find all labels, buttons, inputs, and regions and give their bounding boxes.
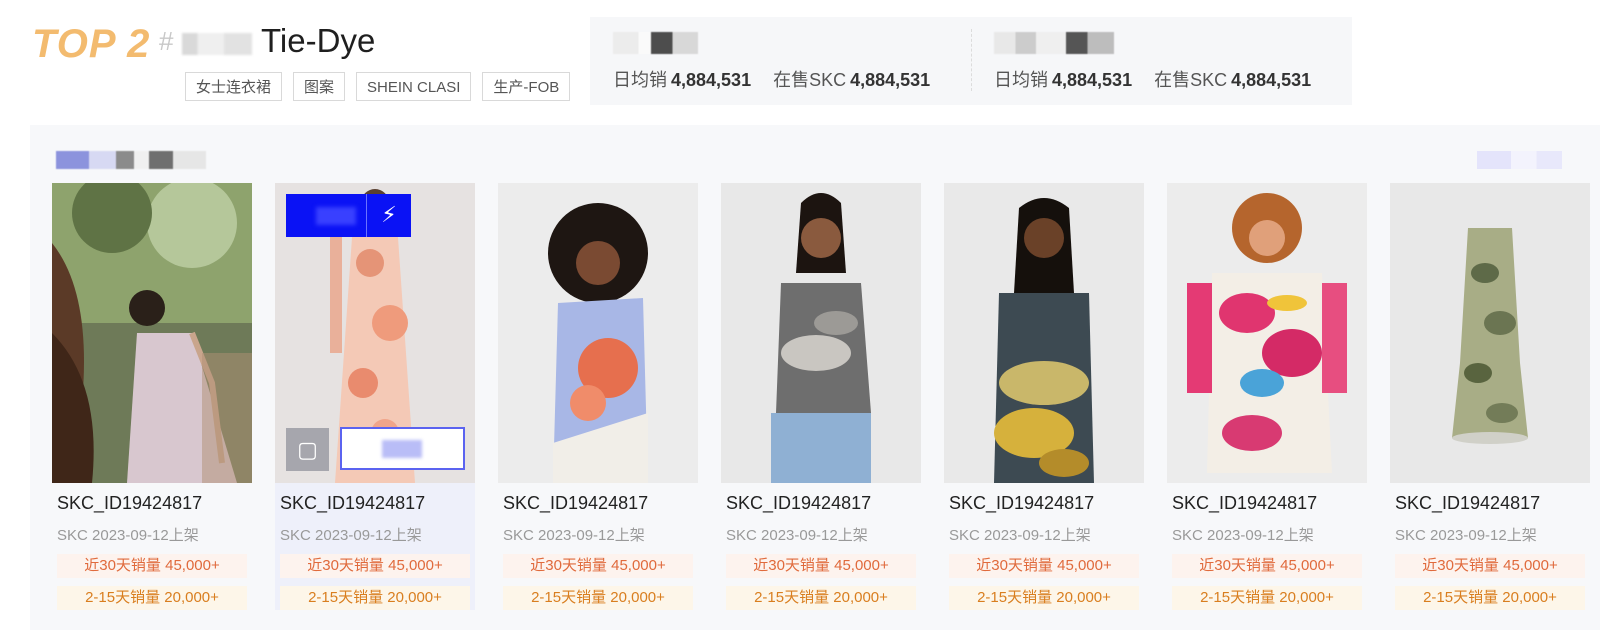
action-button[interactable] bbox=[340, 427, 465, 470]
product-id: SKC_ID19424817 bbox=[726, 493, 872, 513]
sales-2-15-badge: 2-15天销量 20,000+ bbox=[726, 586, 916, 610]
skc-label: 在售SKC bbox=[1154, 70, 1228, 90]
tag-category[interactable]: 女士连衣裙 bbox=[185, 72, 283, 101]
daily-sales-label: 日均销 bbox=[994, 70, 1048, 90]
redacted-panel-title bbox=[56, 151, 206, 169]
tag-list: 女士连衣裙 图案 SHEIN CLASI 生产-FOB bbox=[185, 72, 571, 101]
product-card[interactable]: SKC_ID19424817 SKC 2023-09-12上架 近30天销量 4… bbox=[721, 183, 921, 610]
product-id: SKC_ID19424817 bbox=[949, 493, 1095, 513]
sales-30-badge: 近30天销量 45,000+ bbox=[949, 554, 1139, 578]
stats-panel: 日均销 4,884,531 在售SKC 4,884,531 日均销 4,884,531 在… bbox=[590, 17, 1352, 105]
stats-column: 日均销 4,884,531 在售SKC 4,884,531 bbox=[971, 17, 1351, 105]
sales-30-badge: 近30天销量 45,000+ bbox=[280, 554, 470, 578]
daily-sales-value: 4,884,531 bbox=[671, 70, 752, 90]
sales-30-badge: 近30天销量 45,000+ bbox=[726, 554, 916, 578]
product-card[interactable]: SKC_ID19424817 SKC 2023-09-12上架 近30天销量 4… bbox=[52, 183, 252, 610]
product-image[interactable] bbox=[498, 183, 698, 483]
sales-30-badge: 近30天销量 45,000+ bbox=[503, 554, 693, 578]
listing-date: SKC 2023-09-12上架 bbox=[1395, 527, 1537, 544]
skc-value: 4,884,531 bbox=[850, 70, 931, 90]
redacted-text bbox=[316, 207, 356, 225]
sales-30-badge: 近30天销量 45,000+ bbox=[1172, 554, 1362, 578]
sales-2-15-badge: 2-15天销量 20,000+ bbox=[503, 586, 693, 610]
product-id: SKC_ID19424817 bbox=[1395, 493, 1541, 513]
hash-symbol: # bbox=[159, 26, 174, 56]
daily-sales-value: 4,884,531 bbox=[1052, 70, 1133, 90]
product-id: SKC_ID19424817 bbox=[503, 493, 649, 513]
sales-2-15-badge: 2-15天销量 20,000+ bbox=[1395, 586, 1585, 610]
listing-date: SKC 2023-09-12上架 bbox=[726, 527, 868, 544]
redacted-text bbox=[613, 32, 698, 54]
tag-production[interactable]: 生产-FOB bbox=[482, 72, 571, 101]
divider bbox=[971, 29, 972, 91]
product-id: SKC_ID19424817 bbox=[1172, 493, 1318, 513]
quick-action-bar[interactable]: ⚡︎ bbox=[286, 194, 411, 237]
product-id: SKC_ID19424817 bbox=[57, 493, 203, 513]
skc-value: 4,884,531 bbox=[1231, 70, 1312, 90]
stat-line: 日均销 4,884,531 在售SKC 4,884,531 bbox=[613, 66, 930, 92]
product-image[interactable] bbox=[721, 183, 921, 483]
product-image[interactable]: ⚡︎ ▢ bbox=[275, 183, 475, 483]
daily-sales-label: 日均销 bbox=[613, 70, 667, 90]
scan-icon[interactable]: ▢ bbox=[286, 428, 329, 471]
product-card[interactable]: SKC_ID19424817 SKC 2023-09-12上架 近30天销量 4… bbox=[1167, 183, 1367, 610]
tag-pattern[interactable]: 图案 bbox=[293, 72, 346, 101]
product-image[interactable] bbox=[1390, 183, 1590, 483]
sales-2-15-badge: 2-15天销量 20,000+ bbox=[949, 586, 1139, 610]
sales-30-badge: 近30天销量 45,000+ bbox=[57, 554, 247, 578]
product-id: SKC_ID19424817 bbox=[280, 493, 426, 513]
product-image[interactable] bbox=[1167, 183, 1367, 483]
sales-2-15-badge: 2-15天销量 20,000+ bbox=[57, 586, 247, 610]
sales-2-15-badge: 2-15天销量 20,000+ bbox=[1172, 586, 1362, 610]
product-card[interactable]: SKC_ID19424817 SKC 2023-09-12上架 近30天销量 4… bbox=[944, 183, 1144, 610]
redacted-panel-action[interactable] bbox=[1477, 151, 1562, 169]
trend-title: Tie-Dye bbox=[261, 22, 376, 59]
listing-date: SKC 2023-09-12上架 bbox=[1172, 527, 1314, 544]
product-list: SKC_ID19424817 SKC 2023-09-12上架 近30天销量 4… bbox=[52, 183, 1590, 610]
product-image[interactable] bbox=[52, 183, 252, 483]
product-image[interactable] bbox=[944, 183, 1144, 483]
listing-date: SKC 2023-09-12上架 bbox=[280, 527, 422, 544]
listing-date: SKC 2023-09-12上架 bbox=[503, 527, 645, 544]
product-panel: SKC_ID19424817 SKC 2023-09-12上架 近30天销量 4… bbox=[30, 125, 1600, 630]
rank-label: TOP 2 bbox=[32, 22, 151, 66]
product-card-selected[interactable]: ⚡︎ ▢ SKC_ID19424817 SKC 2023-09-12上架 近30… bbox=[275, 183, 475, 610]
redacted-text bbox=[182, 33, 252, 55]
product-card[interactable]: SKC_ID19424817 SKC 2023-09-12上架 近30天销量 4… bbox=[498, 183, 698, 610]
lightning-icon[interactable]: ⚡︎ bbox=[372, 199, 406, 231]
stats-column: 日均销 4,884,531 在售SKC 4,884,531 bbox=[590, 17, 970, 105]
redacted-text bbox=[382, 440, 422, 458]
listing-date: SKC 2023-09-12上架 bbox=[57, 527, 199, 544]
product-card[interactable]: SKC_ID19424817 SKC 2023-09-12上架 近30天销量 4… bbox=[1390, 183, 1590, 610]
sales-2-15-badge: 2-15天销量 20,000+ bbox=[280, 586, 470, 610]
tag-brand[interactable]: SHEIN CLASI bbox=[356, 72, 472, 101]
skc-label: 在售SKC bbox=[773, 70, 847, 90]
sales-30-badge: 近30天销量 45,000+ bbox=[1395, 554, 1585, 578]
listing-date: SKC 2023-09-12上架 bbox=[949, 527, 1091, 544]
stat-line: 日均销 4,884,531 在售SKC 4,884,531 bbox=[994, 66, 1311, 92]
redacted-text bbox=[994, 32, 1114, 54]
